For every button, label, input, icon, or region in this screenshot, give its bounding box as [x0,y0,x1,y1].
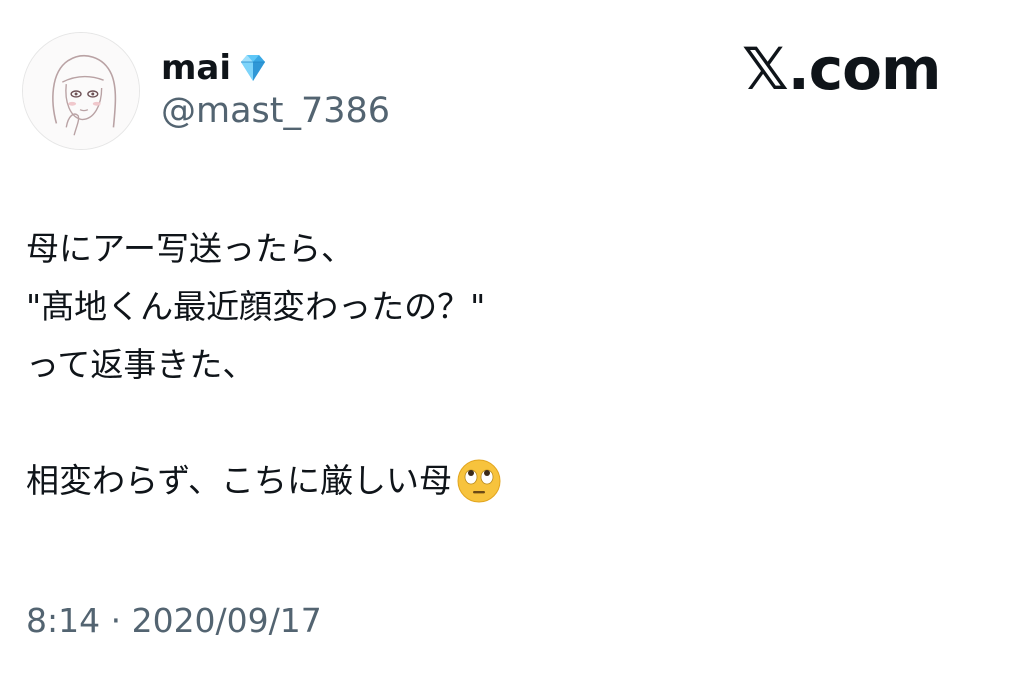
tweet-line: "髙地くん最近顔変わったの？" [26,278,986,336]
avatar[interactable] [22,32,140,150]
face-with-rolling-eyes-icon [456,458,502,504]
tweet-line: 相変わらず、こちに厳しい母 [26,452,986,510]
tweet-line: って返事きた、 [26,336,986,394]
tweet-line: 母にアー写送ったら、 [26,220,986,278]
display-name[interactable]: mai [161,51,231,85]
tweet-line-text: って返事きた、 [26,345,256,384]
gem-stone-icon [233,48,273,88]
user-handle[interactable]: @mast_7386 [161,94,390,129]
tweet-text: 母にアー写送ったら、 "髙地くん最近顔変わったの？" って返事きた、 相変わらず… [26,220,986,510]
tweet-line-text: "髙地くん最近顔変わったの？" [26,287,486,326]
tweet-line-text: 母にアー写送ったら、 [26,229,355,268]
tweet-timestamp[interactable]: 8:14 · 2020/09/17 [26,604,322,637]
user-name-row[interactable]: mai [161,40,273,96]
tweet-line-text: 相変わらず、こちに厳しい母 [26,461,453,500]
brand-logo: 𝕏.com [742,35,941,103]
avatar-drawing [23,33,139,149]
